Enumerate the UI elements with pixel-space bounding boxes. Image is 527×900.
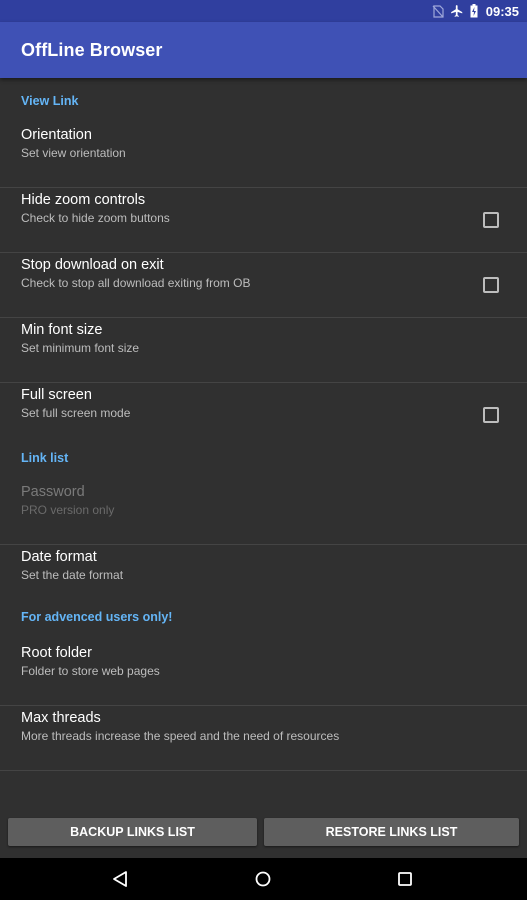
pref-title: Min font size bbox=[21, 322, 103, 338]
restore-links-button[interactable]: RESTORE LINKS LIST bbox=[264, 818, 519, 846]
pref-summary: More threads increase the speed and the … bbox=[21, 729, 340, 743]
pref-root-folder[interactable]: Root folder Folder to store web pages bbox=[0, 641, 527, 706]
airplane-mode-icon bbox=[450, 4, 464, 18]
app-bar: OffLine Browser bbox=[0, 22, 527, 78]
pref-title: Stop download on exit bbox=[21, 257, 164, 273]
pref-title: Orientation bbox=[21, 127, 92, 143]
pref-summary: Set view orientation bbox=[21, 146, 126, 160]
status-time: 09:35 bbox=[485, 3, 519, 19]
section-header-view-link: View Link bbox=[21, 94, 79, 108]
pref-summary: Folder to store web pages bbox=[21, 664, 160, 678]
pref-summary: PRO version only bbox=[21, 503, 115, 517]
section-header-advanced: For advenced users only! bbox=[21, 610, 173, 624]
pref-title: Date format bbox=[21, 549, 97, 565]
pref-summary: Check to stop all download exiting from … bbox=[21, 276, 251, 290]
back-icon[interactable] bbox=[110, 869, 130, 889]
pref-title: Max threads bbox=[21, 710, 101, 726]
battery-charging-icon bbox=[470, 4, 478, 18]
pref-password: Password PRO version only bbox=[0, 480, 527, 545]
pref-date-format[interactable]: Date format Set the date format bbox=[0, 545, 527, 610]
backup-links-button[interactable]: BACKUP LINKS LIST bbox=[8, 818, 257, 846]
navigation-bar bbox=[0, 858, 527, 900]
pref-full-screen[interactable]: Full screen Set full screen mode bbox=[0, 383, 527, 448]
pref-summary: Set minimum font size bbox=[21, 341, 140, 355]
pref-title: Password bbox=[21, 484, 85, 500]
section-header-link-list: Link list bbox=[21, 451, 69, 465]
pref-summary: Set full screen mode bbox=[21, 406, 131, 420]
bottom-buttons: BACKUP LINKS LIST RESTORE LINKS LIST bbox=[0, 818, 527, 848]
home-icon[interactable] bbox=[253, 869, 273, 889]
pref-stop-download-on-exit[interactable]: Stop download on exit Check to stop all … bbox=[0, 253, 527, 318]
pref-orientation[interactable]: Orientation Set view orientation bbox=[0, 123, 527, 188]
settings-list: View Link Orientation Set view orientati… bbox=[0, 78, 527, 771]
app-title: OffLine Browser bbox=[21, 39, 163, 60]
full-screen-checkbox[interactable] bbox=[483, 407, 499, 423]
hide-zoom-checkbox[interactable] bbox=[483, 212, 499, 228]
recents-icon[interactable] bbox=[395, 869, 415, 889]
stop-download-checkbox[interactable] bbox=[483, 277, 499, 293]
pref-hide-zoom-controls[interactable]: Hide zoom controls Check to hide zoom bu… bbox=[0, 188, 527, 253]
pref-summary: Check to hide zoom buttons bbox=[21, 211, 170, 225]
pref-min-font-size[interactable]: Min font size Set minimum font size bbox=[0, 318, 527, 383]
pref-title: Hide zoom controls bbox=[21, 192, 146, 208]
pref-max-threads[interactable]: Max threads More threads increase the sp… bbox=[0, 706, 527, 771]
pref-title: Full screen bbox=[21, 387, 92, 403]
no-sim-icon bbox=[432, 4, 444, 18]
status-bar: 09:35 bbox=[0, 0, 527, 22]
pref-title: Root folder bbox=[21, 645, 92, 661]
pref-summary: Set the date format bbox=[21, 568, 124, 582]
